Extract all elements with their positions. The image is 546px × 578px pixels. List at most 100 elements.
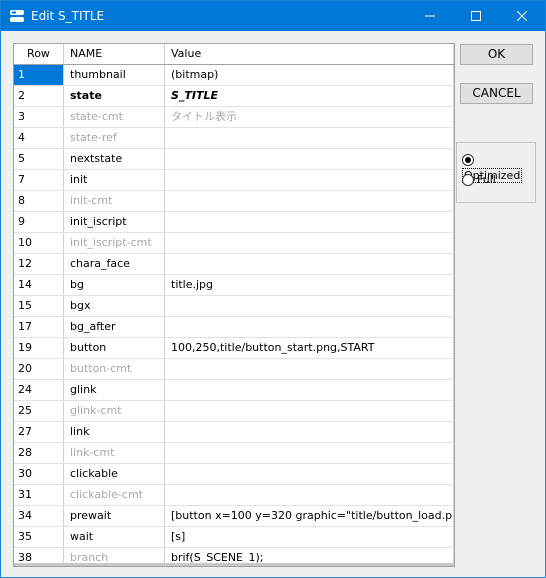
row-number-cell[interactable]: 25: [14, 401, 64, 421]
value-cell[interactable]: [165, 422, 454, 442]
value-cell[interactable]: [165, 443, 454, 463]
table-row[interactable]: 31 clickable-cmt: [14, 485, 454, 506]
optimized-radio[interactable]: Optimized: [462, 152, 535, 183]
row-number-cell[interactable]: 31: [14, 485, 64, 505]
value-cell[interactable]: [165, 380, 454, 400]
row-number-cell[interactable]: 10: [14, 233, 64, 253]
table-row[interactable]: 25 glink-cmt: [14, 401, 454, 422]
table-row[interactable]: 35 wait [s]: [14, 527, 454, 548]
row-number-cell[interactable]: 2: [14, 86, 64, 106]
value-cell[interactable]: [165, 149, 454, 169]
name-cell[interactable]: chara_face: [64, 254, 165, 274]
table-row[interactable]: 24 glink: [14, 380, 454, 401]
name-cell[interactable]: state: [64, 86, 165, 106]
row-number-cell[interactable]: 34: [14, 506, 64, 526]
name-cell[interactable]: bg_after: [64, 317, 165, 337]
table-row[interactable]: 17 bg_after: [14, 317, 454, 338]
row-number-cell[interactable]: 1: [14, 65, 64, 85]
row-number-cell[interactable]: 35: [14, 527, 64, 547]
minimize-button[interactable]: [407, 1, 453, 31]
table-row[interactable]: 8 init-cmt: [14, 191, 454, 212]
value-cell[interactable]: [165, 212, 454, 232]
value-cell[interactable]: [165, 401, 454, 421]
value-cell[interactable]: [165, 233, 454, 253]
close-button[interactable]: [499, 1, 545, 31]
header-name[interactable]: NAME: [64, 44, 165, 64]
table-row[interactable]: 9 init_iscript: [14, 212, 454, 233]
table-row[interactable]: 27 link: [14, 422, 454, 443]
name-cell[interactable]: button-cmt: [64, 359, 165, 379]
name-cell[interactable]: init_iscript-cmt: [64, 233, 165, 253]
value-cell[interactable]: [165, 296, 454, 316]
table-row[interactable]: 4 state-ref: [14, 128, 454, 149]
value-cell[interactable]: [165, 485, 454, 505]
name-cell[interactable]: clickable-cmt: [64, 485, 165, 505]
title-bar[interactable]: Edit S_TITLE: [1, 1, 545, 31]
name-cell[interactable]: state-ref: [64, 128, 165, 148]
ok-button[interactable]: OK: [460, 44, 533, 65]
header-row[interactable]: Row: [14, 44, 64, 64]
table-row[interactable]: 1 thumbnail (bitmap): [14, 65, 454, 86]
table-row[interactable]: 14 bg title.jpg: [14, 275, 454, 296]
row-number-cell[interactable]: 19: [14, 338, 64, 358]
value-cell[interactable]: 100,250,title/button_start.png,START: [165, 338, 454, 358]
name-cell[interactable]: link-cmt: [64, 443, 165, 463]
row-number-cell[interactable]: 27: [14, 422, 64, 442]
row-number-cell[interactable]: 9: [14, 212, 64, 232]
property-grid[interactable]: Row NAME Value 1 thumbnail (bitmap) 2 state S…: [13, 43, 455, 567]
table-row[interactable]: 12 chara_face: [14, 254, 454, 275]
name-cell[interactable]: wait: [64, 527, 165, 547]
value-cell[interactable]: タイトル表示: [165, 107, 454, 127]
value-cell[interactable]: title.jpg: [165, 275, 454, 295]
name-cell[interactable]: link: [64, 422, 165, 442]
name-cell[interactable]: glink-cmt: [64, 401, 165, 421]
value-cell[interactable]: S_TITLE: [165, 86, 454, 106]
value-cell[interactable]: (bitmap): [165, 65, 454, 85]
row-number-cell[interactable]: 24: [14, 380, 64, 400]
table-row[interactable]: 10 init_iscript-cmt: [14, 233, 454, 254]
cancel-button[interactable]: CANCEL: [460, 83, 533, 104]
maximize-button[interactable]: [453, 1, 499, 31]
table-row[interactable]: 2 state S_TITLE: [14, 86, 454, 107]
row-number-cell[interactable]: 12: [14, 254, 64, 274]
value-cell[interactable]: [s]: [165, 527, 454, 547]
name-cell[interactable]: glink: [64, 380, 165, 400]
table-row[interactable]: 28 link-cmt: [14, 443, 454, 464]
value-cell[interactable]: [165, 464, 454, 484]
table-row[interactable]: 7 init: [14, 170, 454, 191]
name-cell[interactable]: state-cmt: [64, 107, 165, 127]
row-number-cell[interactable]: 15: [14, 296, 64, 316]
value-cell[interactable]: [165, 359, 454, 379]
header-value[interactable]: Value: [165, 44, 454, 64]
table-row[interactable]: 30 clickable: [14, 464, 454, 485]
row-number-cell[interactable]: 4: [14, 128, 64, 148]
row-number-cell[interactable]: 14: [14, 275, 64, 295]
table-row[interactable]: 34 prewait [button x=100 y=320 graphic="ti…: [14, 506, 454, 527]
table-row[interactable]: 5 nextstate: [14, 149, 454, 170]
table-row[interactable]: 19 button 100,250,title/button_start.png,S…: [14, 338, 454, 359]
row-number-cell[interactable]: 8: [14, 191, 64, 211]
table-row[interactable]: 15 bgx: [14, 296, 454, 317]
name-cell[interactable]: nextstate: [64, 149, 165, 169]
horizontal-scrollbar[interactable]: [14, 563, 454, 566]
name-cell[interactable]: bgx: [64, 296, 165, 316]
value-cell[interactable]: [165, 254, 454, 274]
row-number-cell[interactable]: 3: [14, 107, 64, 127]
row-number-cell[interactable]: 17: [14, 317, 64, 337]
value-cell[interactable]: [165, 128, 454, 148]
full-radio[interactable]: Full: [462, 172, 496, 188]
name-cell[interactable]: init-cmt: [64, 191, 165, 211]
row-number-cell[interactable]: 28: [14, 443, 64, 463]
value-cell[interactable]: [button x=100 y=320 graphic="title/butto…: [165, 506, 454, 526]
row-number-cell[interactable]: 30: [14, 464, 64, 484]
row-number-cell[interactable]: 20: [14, 359, 64, 379]
name-cell[interactable]: clickable: [64, 464, 165, 484]
table-row[interactable]: 20 button-cmt: [14, 359, 454, 380]
name-cell[interactable]: init_iscript: [64, 212, 165, 232]
value-cell[interactable]: [165, 170, 454, 190]
table-row[interactable]: 3 state-cmt タイトル表示: [14, 107, 454, 128]
value-cell[interactable]: [165, 317, 454, 337]
row-number-cell[interactable]: 5: [14, 149, 64, 169]
value-cell[interactable]: [165, 191, 454, 211]
name-cell[interactable]: bg: [64, 275, 165, 295]
